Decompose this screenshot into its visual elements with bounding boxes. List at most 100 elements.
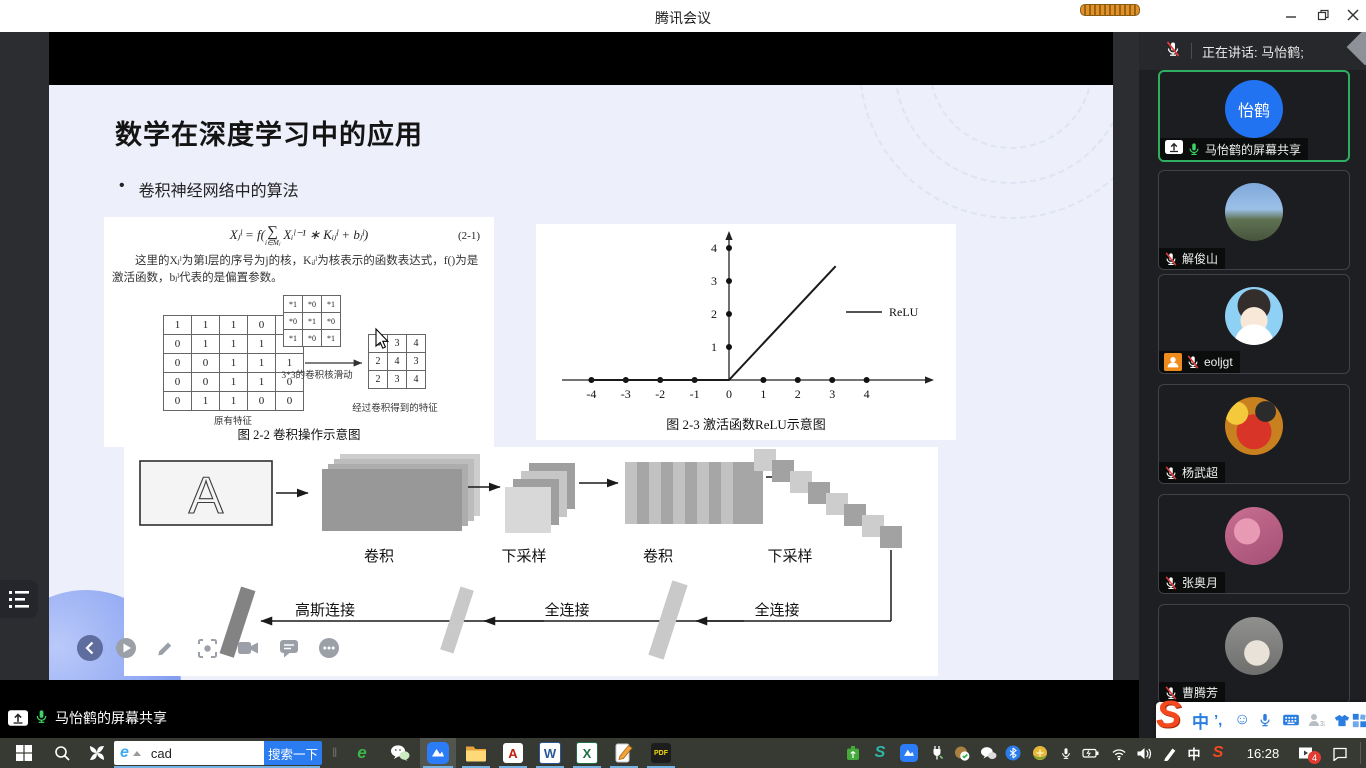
toolbox-button[interactable] xyxy=(1352,710,1366,730)
mic-on-icon xyxy=(1187,142,1201,156)
emoji-button[interactable]: ☺ xyxy=(1234,710,1250,730)
clock[interactable]: 16:28 xyxy=(1238,738,1288,768)
tray-sogou[interactable]: S xyxy=(1206,738,1230,768)
tray-power[interactable] xyxy=(1078,738,1104,768)
word-button[interactable]: W xyxy=(532,738,568,768)
participant-tile[interactable]: 曹腾芳 xyxy=(1158,604,1350,704)
matrix-cell: 0 xyxy=(164,354,192,373)
matrix-cell: *1 xyxy=(284,330,303,347)
avatar xyxy=(1225,287,1283,345)
gauss-label: 高斯连接 xyxy=(295,602,355,619)
tick-label: -2 xyxy=(655,387,665,401)
voice-input-button[interactable] xyxy=(1258,710,1272,730)
bullet-text: 卷积神经网络中的算法 xyxy=(139,177,299,201)
participant-name: 杨武超 xyxy=(1182,464,1218,481)
camera-button[interactable] xyxy=(237,637,259,659)
matrix-cell: *1 xyxy=(322,296,341,313)
tray-wifi[interactable] xyxy=(1108,738,1130,768)
pinwheel-app-button[interactable] xyxy=(80,738,114,768)
tray-usb-app[interactable] xyxy=(842,738,864,768)
mic-muted-icon xyxy=(1165,41,1181,62)
tray-usb-eject[interactable] xyxy=(926,738,948,768)
matrix-cell: 1 xyxy=(220,373,248,392)
shield-plus-icon xyxy=(1032,745,1048,761)
input-mode-toggle[interactable]: 中 xyxy=(1192,710,1209,730)
tick-label: 1 xyxy=(760,387,766,401)
close-icon xyxy=(1347,9,1359,21)
keyboard-icon xyxy=(1282,713,1300,727)
recording-indicator xyxy=(1080,4,1140,16)
capture-button[interactable] xyxy=(196,637,218,659)
tick-label: 4 xyxy=(711,241,717,255)
matrix-cell: 0 xyxy=(248,316,276,335)
tray-update-ok[interactable] xyxy=(950,738,974,768)
mic-muted-icon xyxy=(1164,252,1178,266)
usb-drive-icon xyxy=(846,745,860,761)
tray-volume[interactable] xyxy=(1132,738,1156,768)
language-indicator[interactable]: 中 xyxy=(1182,738,1206,768)
member-list-tab[interactable] xyxy=(0,580,38,618)
participant-tile[interactable]: 张奥月 xyxy=(1158,494,1350,594)
collapse-toolbar-button[interactable] xyxy=(77,635,103,661)
tray-wechat[interactable] xyxy=(976,738,1000,768)
tray-security[interactable] xyxy=(1028,738,1052,768)
wechat-button[interactable] xyxy=(382,738,418,768)
login-status-button[interactable]: 32 xyxy=(1308,710,1325,730)
action-center-button[interactable] xyxy=(1326,738,1354,768)
minimize-button[interactable] xyxy=(1276,0,1306,30)
show-desktop-divider[interactable] xyxy=(1360,742,1361,764)
matrix-cell: *0 xyxy=(303,296,322,313)
annotate-button[interactable] xyxy=(155,637,177,659)
slide-bullet: • 卷积神经网络中的算法 xyxy=(119,177,299,201)
acrobat-button[interactable]: A xyxy=(495,738,531,768)
participant-tile[interactable]: 杨武超 xyxy=(1158,384,1350,484)
restore-button[interactable] xyxy=(1308,0,1338,30)
taskbar-search-input[interactable]: e cad xyxy=(114,741,264,765)
media-notification[interactable]: 4 xyxy=(1292,738,1320,768)
tencent-meeting-button[interactable] xyxy=(420,738,456,768)
sum-operator: ∑i∈Mⱼ xyxy=(265,225,280,247)
tray-meeting[interactable] xyxy=(896,738,922,768)
participant-tile[interactable]: 解俊山 xyxy=(1158,170,1350,270)
taskbar-search-button[interactable] xyxy=(44,738,80,768)
mic-icon xyxy=(1060,746,1072,761)
windows-logo-icon xyxy=(16,745,32,761)
stage-label-pool1: 下采样 xyxy=(501,548,546,565)
matrix-cell: 0 xyxy=(192,373,220,392)
folder-icon xyxy=(465,744,487,762)
sogou-input-toolbar: S 中 ’, ☺ 32 xyxy=(1156,702,1366,738)
skin-button[interactable] xyxy=(1334,710,1350,730)
close-button[interactable] xyxy=(1338,0,1366,30)
pdf-reader-button[interactable]: PDF xyxy=(643,738,679,768)
chat-button[interactable] xyxy=(278,637,300,659)
minimize-icon xyxy=(1285,9,1297,21)
more-button[interactable] xyxy=(318,637,340,659)
start-button[interactable] xyxy=(6,738,42,768)
matrix-cell: 0 xyxy=(276,392,304,411)
tray-pen[interactable] xyxy=(1158,738,1180,768)
participant-tile[interactable]: eoljgt xyxy=(1158,274,1350,374)
tray-bluetooth[interactable] xyxy=(1002,738,1024,768)
tray-microphone[interactable] xyxy=(1056,738,1076,768)
excel-button[interactable]: X xyxy=(569,738,605,768)
titlebar: 腾讯会议 xyxy=(0,0,1366,32)
legend-label: ReLU xyxy=(889,305,919,319)
wps-button[interactable] xyxy=(606,738,642,768)
participant-name: 解俊山 xyxy=(1182,250,1218,267)
punctuation-toggle[interactable]: ’, xyxy=(1214,710,1222,730)
tray-s-app[interactable]: S xyxy=(868,738,892,768)
green-browser-button[interactable]: e xyxy=(344,738,380,768)
participant-tile[interactable]: 怡鹤马怡鹤的屏幕共享 xyxy=(1158,70,1350,162)
feature-map xyxy=(880,526,902,548)
figure-2-2-convolution: Xⱼˡ = f(∑i∈Mⱼ Xᵢˡ⁻¹ ∗ Kᵢⱼˡ + bⱼˡ) (2-1) … xyxy=(104,217,494,447)
corner-decoration xyxy=(1347,29,1366,66)
file-explorer-button[interactable] xyxy=(458,738,494,768)
tick-dot xyxy=(795,377,801,383)
matrix-cell: 0 xyxy=(248,392,276,411)
soft-keyboard-button[interactable] xyxy=(1282,710,1300,730)
sogou-logo[interactable]: S xyxy=(1156,696,1181,734)
tick-dot xyxy=(864,377,870,383)
web-search-button[interactable]: 搜索一下 xyxy=(264,741,322,765)
slide-title: 数学在深度学习中的应用 xyxy=(115,113,423,152)
play-button[interactable] xyxy=(115,637,137,659)
